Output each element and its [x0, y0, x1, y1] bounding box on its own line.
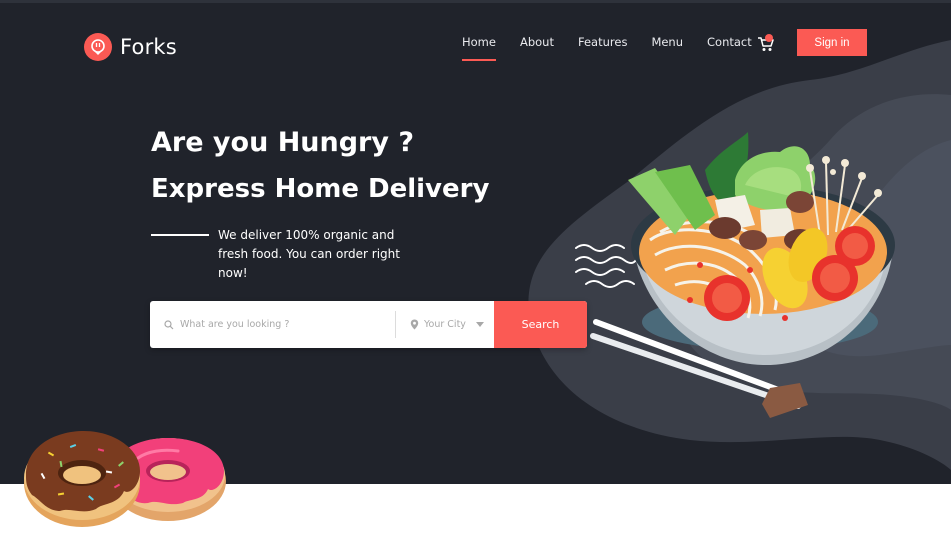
mushroom [709, 217, 741, 239]
search-input[interactable] [180, 319, 380, 330]
nav-about[interactable]: About [520, 35, 554, 53]
logo-text: Forks [120, 35, 177, 59]
city-placeholder: Your City [424, 319, 466, 330]
nav-contact[interactable]: Contact [707, 35, 752, 53]
nav-menu[interactable]: Menu [651, 35, 683, 53]
search-field[interactable] [150, 311, 396, 338]
city-select[interactable]: Your City [396, 301, 494, 348]
search-icon [164, 319, 174, 329]
hero-subheadline: Express Home Delivery [151, 174, 490, 204]
logo[interactable]: Forks [84, 33, 177, 61]
chocolate-donut [24, 431, 140, 527]
sign-in-button[interactable]: Sign in [797, 29, 867, 56]
donuts-illustration [24, 431, 226, 527]
main-nav: Home About Features Menu Contact [462, 35, 752, 61]
nav-features[interactable]: Features [578, 35, 627, 53]
chevron-down-icon [475, 322, 484, 327]
hero-headline: Are you Hungry ? [151, 127, 415, 158]
location-pin-icon [410, 319, 419, 330]
hero-illustration [528, 40, 951, 470]
search-bar: Your City Search [150, 301, 587, 348]
nav-home[interactable]: Home [462, 35, 496, 61]
logo-icon [84, 33, 112, 61]
divider-line [151, 234, 209, 236]
hero-tagline: We deliver 100% organic and fresh food. … [218, 228, 400, 280]
cart-badge [765, 34, 773, 42]
search-button[interactable]: Search [494, 301, 587, 348]
hero-section: Forks Home About Features Menu Contact S… [0, 0, 951, 484]
